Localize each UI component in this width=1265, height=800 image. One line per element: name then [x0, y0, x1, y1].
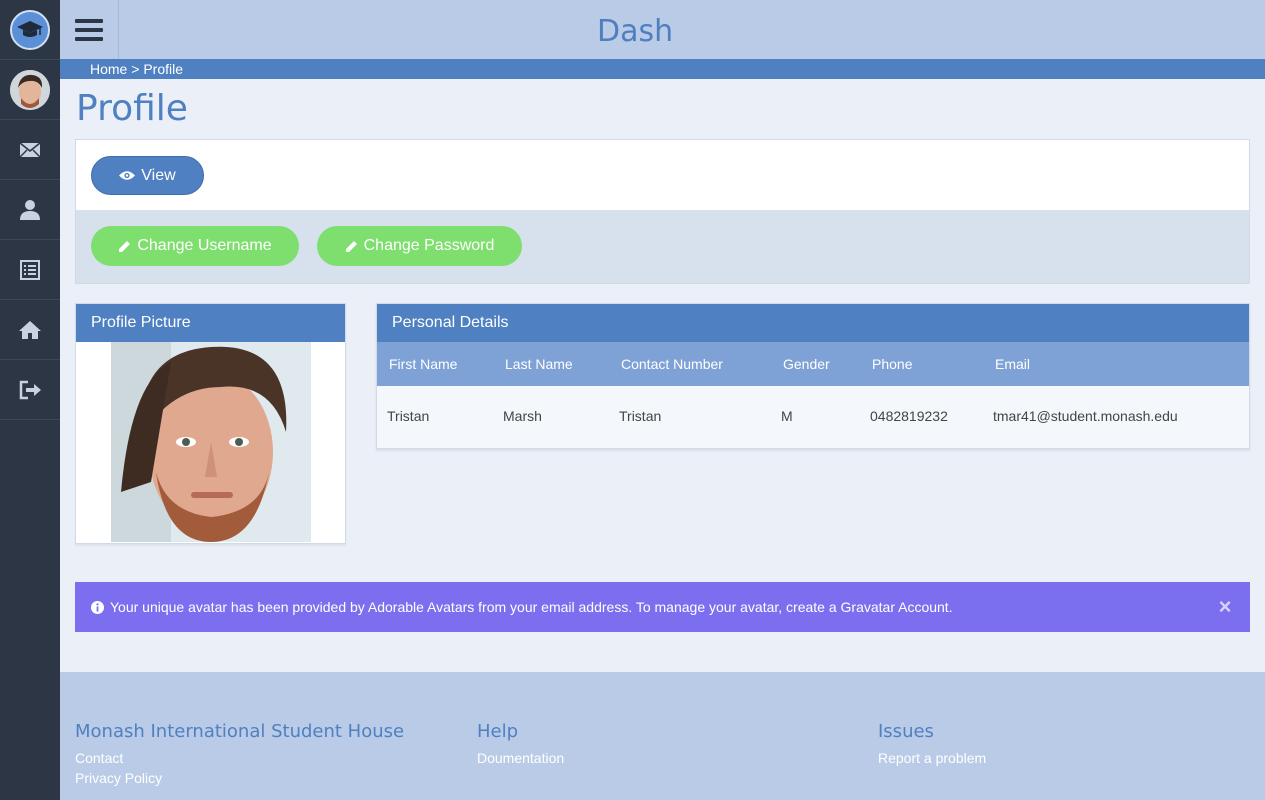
- profile-photo: [111, 342, 311, 542]
- avatar: [10, 69, 50, 110]
- eye-icon: [119, 171, 136, 180]
- footer-link-contact[interactable]: Contact: [75, 748, 404, 768]
- pencil-icon: [345, 240, 357, 252]
- breadcrumb-current: Profile: [143, 61, 184, 77]
- sidebar-logo[interactable]: [0, 0, 60, 60]
- alert-close-button[interactable]: ×: [1214, 594, 1236, 619]
- graduation-cap-icon: [10, 9, 50, 50]
- footer-column-issues: Issues Report a problem: [878, 721, 986, 768]
- profile-actions-card: View Change Username Change Password: [75, 139, 1250, 284]
- footer-title: Monash International Student House: [75, 721, 405, 742]
- first-name-cell: Tristan: [387, 408, 430, 424]
- column-header: Gender: [771, 342, 860, 386]
- envelope-icon: [19, 141, 41, 157]
- info-circle-icon: [91, 600, 104, 614]
- change-password-button[interactable]: Change Password: [317, 226, 522, 266]
- column-header: Phone: [860, 342, 983, 386]
- profile-picture-card: Profile Picture: [75, 303, 346, 544]
- avatar-info-alert: Your unique avatar has been provided by …: [75, 582, 1250, 632]
- sidebar: [0, 0, 60, 800]
- change-password-label: Change Password: [363, 237, 495, 254]
- alert-message: Your unique avatar has been provided by …: [110, 599, 953, 615]
- pencil-icon: [119, 240, 131, 252]
- sign-out-icon: [19, 380, 41, 399]
- view-button[interactable]: View: [91, 156, 204, 195]
- app-title: Dash: [597, 14, 674, 49]
- email-cell: tmar41@student.monash.edu: [993, 408, 1178, 424]
- footer-link-report-problem[interactable]: Report a problem: [878, 748, 986, 768]
- personal-details-card: Personal Details First Name Last Name Co…: [376, 303, 1250, 449]
- hamburger-menu-button[interactable]: [60, 0, 119, 59]
- column-header: Contact Number: [609, 342, 771, 386]
- breadcrumb-home[interactable]: Home: [90, 61, 127, 77]
- column-header: First Name: [377, 342, 493, 386]
- hamburger-icon: [75, 18, 103, 41]
- table-row: Tristan Marsh Tristan M 0482819232 tmar4…: [377, 386, 1249, 446]
- page-title: Profile: [76, 88, 188, 129]
- phone-cell: 0482819232: [870, 408, 948, 424]
- change-username-button[interactable]: Change Username: [91, 226, 299, 266]
- list-icon: [20, 259, 40, 280]
- footer: Monash International Student House Conta…: [60, 672, 1265, 800]
- sidebar-item-list[interactable]: [0, 240, 60, 300]
- close-icon: ×: [1218, 594, 1232, 619]
- table-header-row: First Name Last Name Contact Number Gend…: [377, 342, 1249, 386]
- contact-number-cell: Tristan: [619, 408, 662, 424]
- column-header: Email: [983, 342, 1249, 386]
- action-top-bar: View: [76, 140, 1249, 210]
- breadcrumb-separator: >: [131, 61, 140, 77]
- top-header: Dash: [60, 0, 1265, 59]
- footer-link-privacy-policy[interactable]: Privacy Policy: [75, 768, 404, 788]
- gender-cell: M: [781, 408, 793, 424]
- view-button-label: View: [141, 166, 176, 184]
- footer-title: Issues: [878, 721, 934, 742]
- footer-column-organisation: Monash International Student House Conta…: [75, 721, 404, 788]
- sidebar-avatar[interactable]: [0, 60, 60, 120]
- column-header: Last Name: [493, 342, 609, 386]
- change-username-label: Change Username: [137, 237, 272, 254]
- last-name-cell: Marsh: [503, 408, 542, 424]
- sidebar-item-profile[interactable]: [0, 180, 60, 240]
- sidebar-item-logout[interactable]: [0, 360, 60, 420]
- sidebar-item-messages[interactable]: [0, 120, 60, 180]
- sidebar-item-home[interactable]: [0, 300, 60, 360]
- footer-column-help: Help Doumentation: [477, 721, 564, 768]
- home-icon: [19, 320, 41, 339]
- footer-title: Help: [477, 721, 519, 742]
- footer-link-documentation[interactable]: Doumentation: [477, 748, 564, 768]
- profile-picture-heading: Profile Picture: [76, 304, 345, 342]
- breadcrumb: Home > Profile: [60, 59, 1265, 79]
- personal-details-heading: Personal Details: [377, 304, 1249, 342]
- user-icon: [20, 199, 40, 220]
- personal-details-table: First Name Last Name Contact Number Gend…: [377, 342, 1249, 446]
